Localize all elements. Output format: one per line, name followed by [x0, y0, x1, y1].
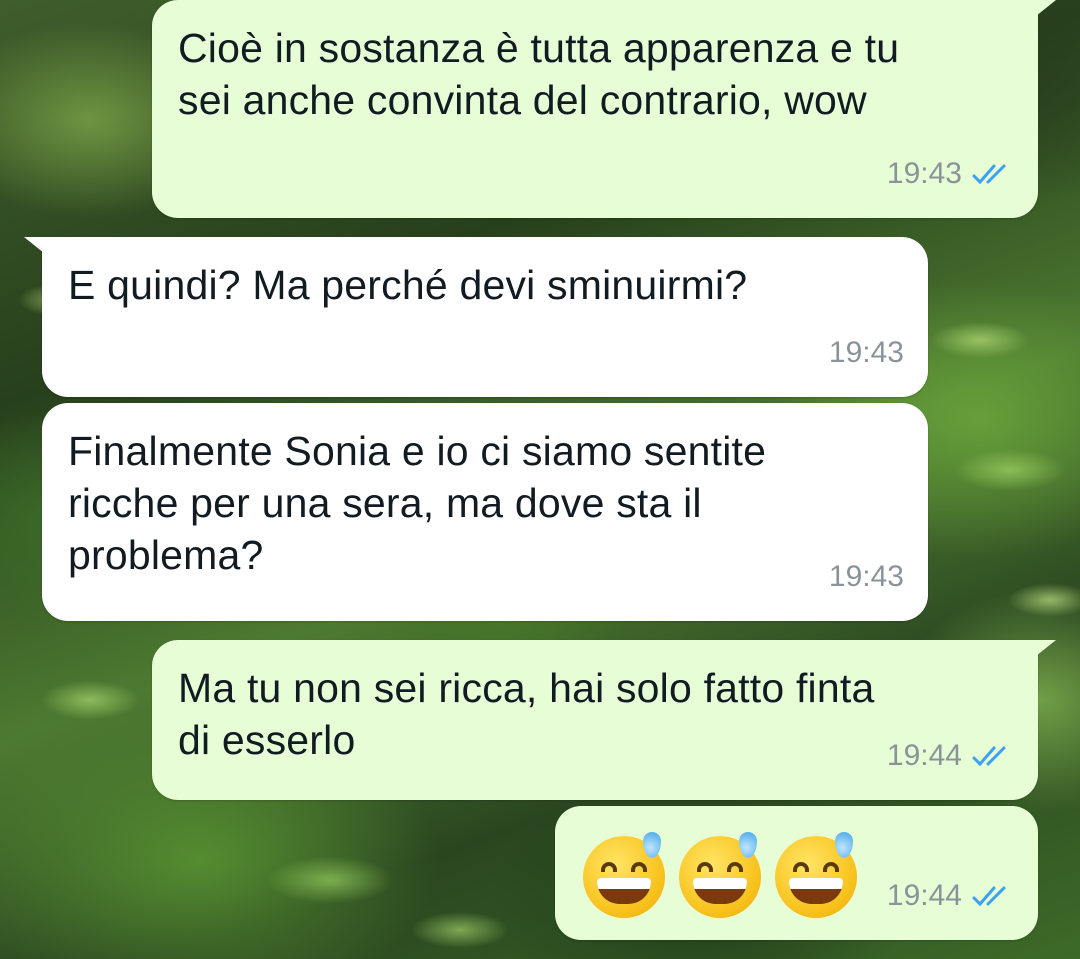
message-meta: 19:44: [887, 870, 1014, 922]
read-ticks-icon: [972, 744, 1014, 768]
message-line: sei anche convinta del contrario, wow: [178, 77, 867, 123]
message-meta: 19:43: [829, 551, 904, 603]
message-meta: 19:43: [887, 148, 1014, 200]
read-ticks-icon: [972, 162, 1014, 186]
message-meta: 19:43: [829, 327, 904, 379]
grinning-face-with-sweat-icon: [679, 832, 761, 918]
message-line: Ma tu non sei ricca, hai solo fatto fint…: [178, 665, 875, 711]
timestamp: 19:43: [828, 336, 904, 369]
bubble-tail: [1026, 640, 1056, 664]
message-line: Finalmente Sonia e io ci siamo sentite: [68, 428, 767, 474]
timestamp: 19:44: [886, 739, 962, 772]
timestamp: 19:43: [828, 560, 904, 593]
read-ticks-icon: [972, 884, 1014, 908]
message-line: ricche per una sera, ma dove sta il: [68, 480, 702, 526]
grinning-face-with-sweat-icon: [583, 832, 665, 918]
incoming-message[interactable]: E quindi? Ma perché devi sminuirmi? 19:4…: [24, 237, 928, 397]
outgoing-message[interactable]: Cioè in sostanza è tutta apparenza e tu …: [152, 0, 1056, 218]
message-meta: 19:44: [887, 730, 1014, 782]
message-line: E quindi? Ma perché devi sminuirmi?: [68, 262, 748, 308]
outgoing-emoji-message[interactable]: 19:44: [555, 806, 1038, 940]
incoming-message[interactable]: Finalmente Sonia e io ci siamo sentite r…: [42, 403, 928, 621]
timestamp: 19:44: [886, 879, 962, 912]
message-line: Cioè in sostanza è tutta apparenza e tu: [178, 25, 900, 71]
outgoing-message[interactable]: Ma tu non sei ricca, hai solo fatto fint…: [152, 640, 1056, 800]
timestamp: 19:43: [886, 157, 962, 190]
bubble-tail: [1026, 0, 1056, 24]
message-line: problema?: [68, 532, 264, 578]
grinning-face-with-sweat-icon: [775, 832, 857, 918]
bubble-tail: [24, 237, 54, 261]
